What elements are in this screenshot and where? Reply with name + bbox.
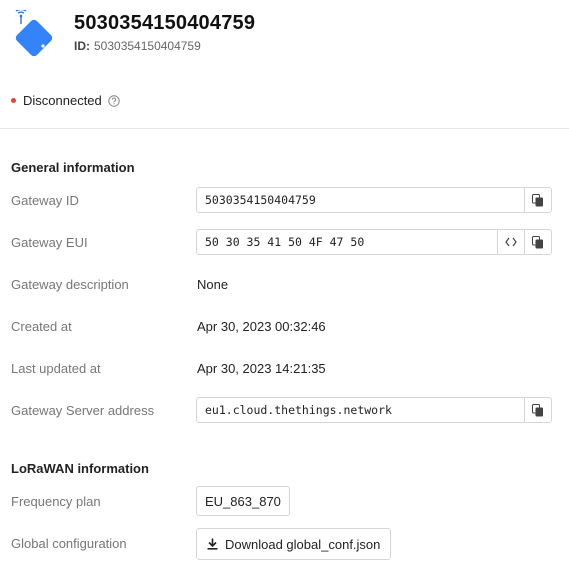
server-address-field: eu1.cloud.thethings.network	[196, 397, 552, 423]
general-info-title: General information	[11, 160, 135, 175]
connection-status: Disconnected	[11, 93, 120, 108]
download-icon	[207, 538, 218, 550]
gateway-eui-label: Gateway EUI	[11, 235, 88, 250]
gateway-id-field: 5030354150404759	[196, 187, 552, 213]
gateway-id-label: Gateway ID	[11, 193, 79, 208]
status-text: Disconnected	[23, 93, 102, 108]
server-address-label: Gateway Server address	[11, 403, 155, 418]
copy-server-address-button[interactable]	[524, 398, 551, 422]
copy-icon	[532, 235, 543, 248]
toggle-format-button[interactable]	[497, 230, 524, 254]
code-brackets-icon	[505, 237, 517, 247]
gateway-title: 5030354150404759	[74, 12, 256, 34]
last-updated-value: Apr 30, 2023 14:21:35	[197, 361, 326, 376]
server-address-value: eu1.cloud.thethings.network	[205, 403, 392, 417]
download-global-conf-button[interactable]: Download global_conf.json	[196, 528, 392, 560]
global-config-label: Global configuration	[11, 536, 127, 551]
gateway-description-label: Gateway description	[11, 277, 129, 292]
gateway-id-line: ID: 5030354150404759	[74, 39, 201, 53]
divider	[0, 128, 569, 129]
status-dot-icon	[11, 98, 16, 103]
help-icon[interactable]	[108, 94, 120, 107]
gateway-eui-field: 50 30 35 41 50 4F 47 50	[196, 229, 552, 255]
copy-gateway-id-button[interactable]	[524, 188, 551, 212]
frequency-plan-label: Frequency plan	[11, 494, 101, 509]
last-updated-label: Last updated at	[11, 361, 101, 376]
frequency-plan-value: EU_863_870	[196, 486, 290, 516]
copy-icon	[532, 403, 543, 416]
gateway-icon	[15, 10, 53, 57]
created-at-value: Apr 30, 2023 00:32:46	[197, 319, 326, 334]
download-label: Download global_conf.json	[225, 536, 381, 552]
gateway-id-value: 5030354150404759	[205, 193, 316, 207]
gateway-eui-value: 50 30 35 41 50 4F 47 50	[205, 235, 365, 249]
created-at-label: Created at	[11, 319, 72, 334]
id-label: ID:	[74, 39, 90, 53]
copy-icon	[532, 193, 543, 206]
id-value: 5030354150404759	[94, 39, 201, 53]
gateway-description-value: None	[197, 277, 229, 292]
copy-gateway-eui-button[interactable]	[524, 230, 551, 254]
gateway-header: 5030354150404759 ID: 5030354150404759	[12, 6, 552, 66]
lorawan-info-title: LoRaWAN information	[11, 461, 149, 476]
